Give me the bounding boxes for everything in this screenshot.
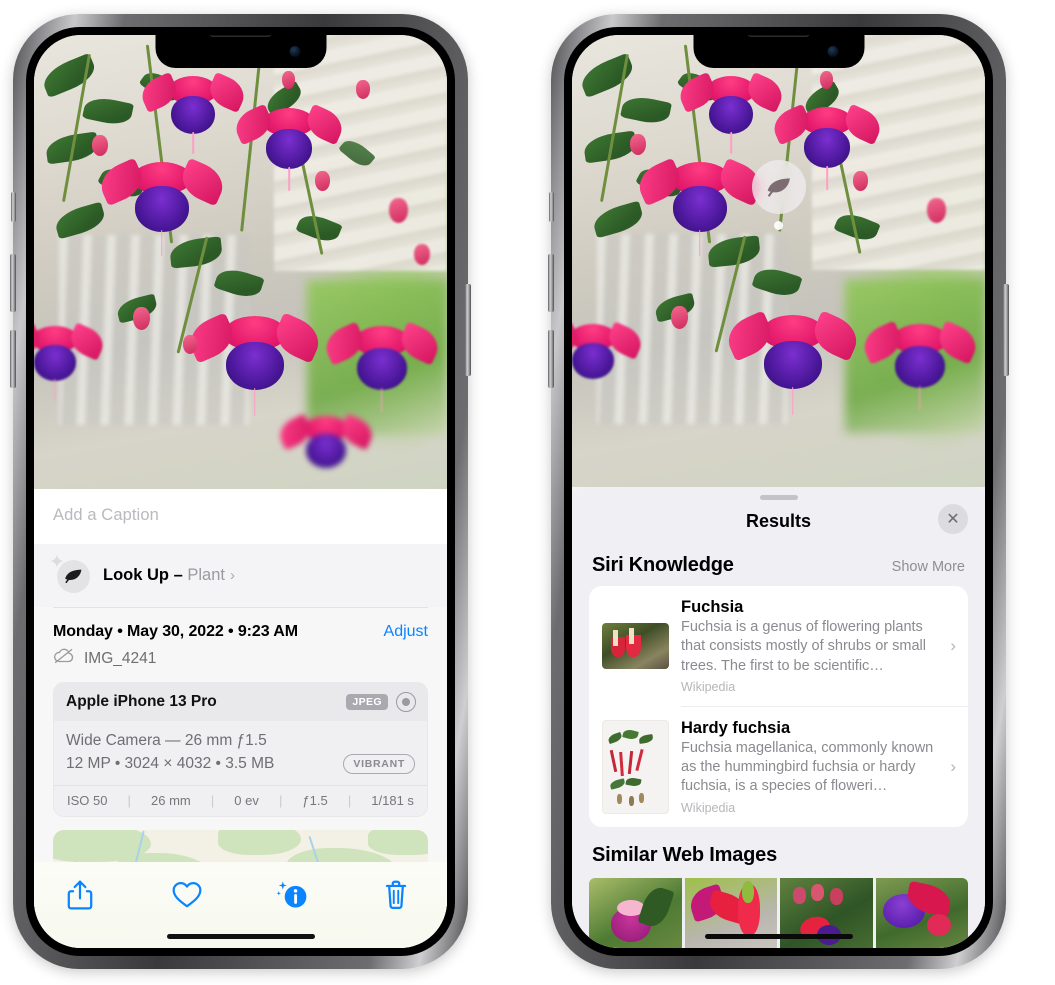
exif-iso: ISO 50 [67, 792, 108, 808]
similar-image-thumbnail[interactable] [875, 877, 968, 948]
close-icon[interactable]: ✕ [938, 504, 968, 534]
visual-lookup-leaf-badge[interactable] [751, 160, 806, 214]
metadata-header-right: JPEG [346, 692, 416, 712]
notch [155, 35, 326, 68]
format-badge: JPEG [346, 693, 388, 711]
knowledge-thumbnail [602, 719, 669, 814]
knowledge-card-body: Hardy fuchsia Fuchsia magellanica, commo… [681, 719, 934, 815]
share-icon[interactable] [65, 879, 99, 913]
adjust-link[interactable]: Adjust [384, 623, 428, 641]
iphone-left-device: Add a Caption ✦ Look Up – Plant › Monday… [10, 14, 471, 969]
mute-switch[interactable] [11, 192, 16, 222]
exif-separator: | [127, 792, 131, 808]
exif-row: ISO 50 | 26 mm | 0 ev | ƒ1.5 | 1/181 s [54, 784, 427, 816]
exif-aperture: ƒ1.5 [302, 792, 328, 808]
filename-row: IMG_4241 [34, 643, 447, 682]
look-up-row[interactable]: ✦ Look Up – Plant › [34, 544, 447, 607]
volume-down-button[interactable] [548, 330, 554, 388]
power-button[interactable] [1003, 284, 1009, 376]
home-indicator[interactable] [704, 934, 853, 939]
aperture-icon [396, 692, 416, 712]
chevron-right-icon: › [229, 566, 235, 584]
knowledge-card-title: Fuchsia [681, 598, 744, 616]
screenshot-root: Add a Caption ✦ Look Up – Plant › Monday… [0, 0, 1055, 985]
front-camera-icon [289, 46, 300, 57]
device-bezel: Add a Caption ✦ Look Up – Plant › Monday… [26, 27, 455, 956]
results-header: Results ✕ [572, 500, 985, 546]
chevron-right-icon: › [950, 756, 956, 776]
leaf-icon [64, 568, 83, 589]
earpiece-speaker [747, 35, 810, 37]
results-title: Results [745, 511, 812, 531]
similar-image-thumbnail[interactable] [589, 877, 682, 948]
volume-up-button[interactable] [10, 254, 16, 312]
knowledge-card-title: Hardy fuchsia [681, 718, 791, 737]
similar-web-images-header: Similar Web Images [572, 827, 985, 874]
front-camera-icon [827, 46, 838, 57]
knowledge-card[interactable]: Hardy fuchsia Fuchsia magellanica, commo… [589, 707, 968, 827]
siri-knowledge-header: Siri Knowledge Show More [572, 546, 985, 586]
icloud-slash-icon [53, 648, 75, 669]
mute-switch[interactable] [549, 192, 554, 222]
knowledge-thumbnail [602, 622, 669, 669]
show-more-button[interactable]: Show More [892, 559, 965, 575]
look-up-icon-wrap: ✦ [49, 553, 93, 595]
power-button[interactable] [465, 284, 471, 376]
photo-datetime: Monday • May 30, 2022 • 9:23 AM [53, 623, 298, 640]
iphone-right-device: Results ✕ Siri Knowledge Show More Fuchs… [548, 14, 1009, 969]
knowledge-card[interactable]: Fuchsia Fuchsia is a genus of flowering … [589, 586, 968, 706]
look-up-subject: Plant [187, 565, 225, 584]
heart-icon[interactable] [171, 879, 205, 913]
results-sheet: Results ✕ Siri Knowledge Show More Fuchs… [572, 487, 985, 948]
device-bezel: Results ✕ Siri Knowledge Show More Fuchs… [564, 27, 993, 956]
visual-lookup-anchor-dot [774, 221, 783, 230]
device-name: Apple iPhone 13 Pro [66, 693, 217, 710]
earpiece-speaker [209, 35, 272, 37]
style-badge: VIBRANT [343, 754, 415, 774]
siri-knowledge-title: Siri Knowledge [592, 554, 734, 576]
home-indicator[interactable] [166, 934, 315, 939]
volume-up-button[interactable] [548, 254, 554, 312]
knowledge-card-description: Fuchsia magellanica, commonly known as t… [681, 739, 934, 795]
notch [693, 35, 864, 68]
volume-down-button[interactable] [10, 330, 16, 388]
exif-focal: 26 mm [151, 792, 191, 808]
image-specs: 12 MP • 3024 × 4032 • 3.5 MB [66, 754, 275, 772]
knowledge-card-source: Wikipedia [681, 679, 736, 694]
screen-right: Results ✕ Siri Knowledge Show More Fuchs… [572, 35, 985, 948]
photo-viewer-right[interactable] [572, 35, 985, 487]
exif-separator: | [347, 792, 352, 808]
metadata-header: Apple iPhone 13 Pro JPEG [54, 683, 427, 721]
info-sparkle-icon[interactable] [276, 879, 310, 913]
knowledge-card-body: Fuchsia Fuchsia is a genus of flowering … [681, 598, 934, 694]
datetime-row: Monday • May 30, 2022 • 9:23 AM Adjust [34, 608, 447, 643]
siri-knowledge-cards: Fuchsia Fuchsia is a genus of flowering … [589, 586, 968, 827]
exif-shutter: 1/181 s [371, 792, 414, 808]
exif-exposure: 0 ev [234, 792, 259, 808]
specs-row: 12 MP • 3024 × 4032 • 3.5 MB VIBRANT [66, 752, 415, 776]
knowledge-card-description: Fuchsia is a genus of flowering plants t… [681, 619, 926, 674]
chevron-right-icon: › [950, 635, 956, 655]
screen-left: Add a Caption ✦ Look Up – Plant › Monday… [34, 35, 447, 948]
exif-separator: | [278, 792, 283, 808]
lens-info: Wide Camera — 26 mm ƒ1.5 [66, 732, 267, 749]
caption-input[interactable]: Add a Caption [34, 489, 447, 544]
trash-icon[interactable] [382, 879, 416, 913]
look-up-label: Look Up – Plant › [103, 566, 235, 585]
look-up-title: Look Up – [103, 565, 188, 584]
knowledge-card-source: Wikipedia [681, 800, 736, 815]
exif-separator: | [210, 792, 215, 808]
camera-metadata-card: Apple iPhone 13 Pro JPEG Wide Camera — 2… [53, 682, 428, 817]
metadata-body: Wide Camera — 26 mm ƒ1.5 12 MP • 3024 × … [54, 721, 427, 785]
photo-viewer-left[interactable] [34, 35, 447, 489]
photo-filename: IMG_4241 [84, 649, 157, 667]
similar-web-images-title: Similar Web Images [592, 843, 777, 866]
